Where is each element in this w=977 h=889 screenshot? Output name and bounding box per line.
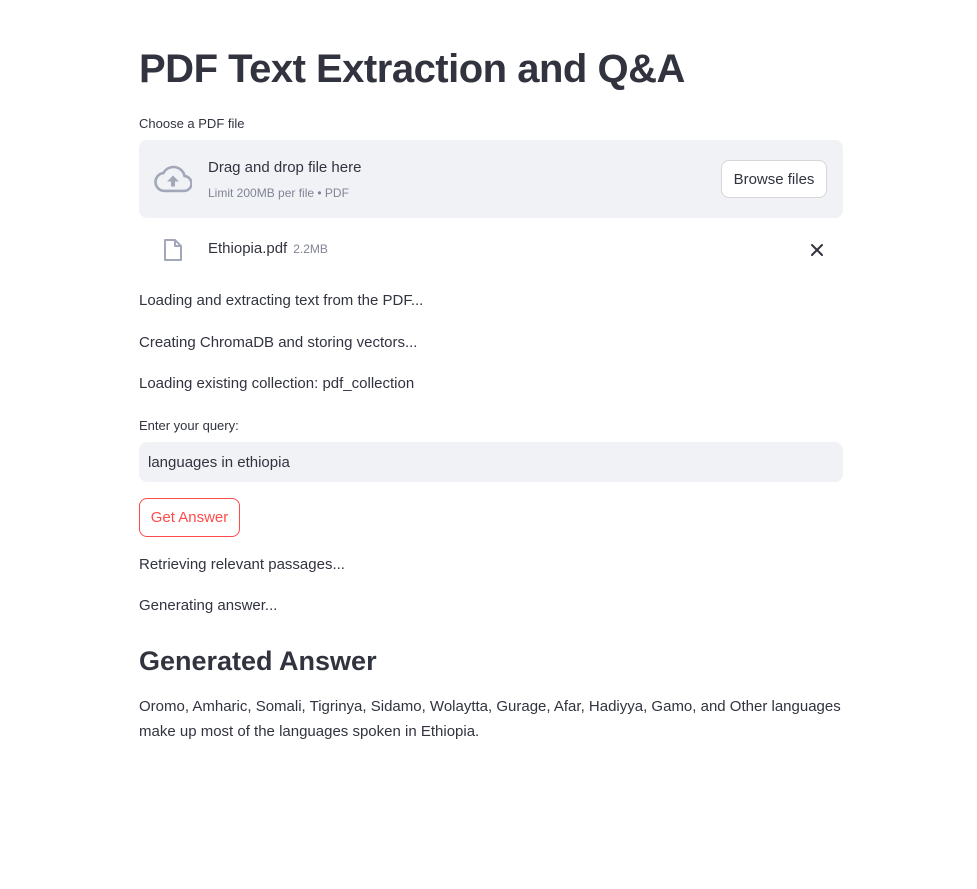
file-size: 2.2MB bbox=[293, 242, 328, 256]
uploaded-file-name: Ethiopia.pdf 2.2MB bbox=[208, 240, 328, 257]
file-uploader-label: Choose a PDF file bbox=[139, 116, 245, 131]
query-label: Enter your query: bbox=[139, 418, 239, 433]
dropzone-limit-text: Limit 200MB per file • PDF bbox=[208, 186, 349, 200]
close-icon[interactable] bbox=[809, 242, 825, 258]
dropzone-title: Drag and drop file here bbox=[208, 159, 362, 176]
status-message-creating-db: Creating ChromaDB and storing vectors... bbox=[139, 334, 418, 351]
app-page: PDF Text Extraction and Q&A Choose a PDF… bbox=[0, 0, 977, 889]
browse-files-button[interactable]: Browse files bbox=[721, 160, 827, 198]
progress-message-generating: Generating answer... bbox=[139, 597, 278, 614]
file-name-text: Ethiopia.pdf bbox=[208, 240, 288, 257]
status-message-collection: Loading existing collection: pdf_collect… bbox=[139, 375, 415, 392]
file-icon bbox=[164, 239, 182, 261]
cloud-upload-icon bbox=[154, 165, 192, 193]
answer-text: Oromo, Amharic, Somali, Tigrinya, Sidamo… bbox=[139, 698, 841, 740]
progress-message-retrieving: Retrieving relevant passages... bbox=[139, 556, 345, 573]
get-answer-button[interactable]: Get Answer bbox=[139, 498, 240, 537]
uploaded-file-row: Ethiopia.pdf 2.2MB bbox=[139, 232, 843, 268]
page-title: PDF Text Extraction and Q&A bbox=[139, 47, 685, 91]
query-input[interactable] bbox=[139, 442, 843, 482]
answer-heading: Generated Answer bbox=[139, 646, 377, 676]
file-dropzone[interactable]: Drag and drop file here Limit 200MB per … bbox=[139, 140, 843, 218]
status-message-loading: Loading and extracting text from the PDF… bbox=[139, 292, 424, 309]
